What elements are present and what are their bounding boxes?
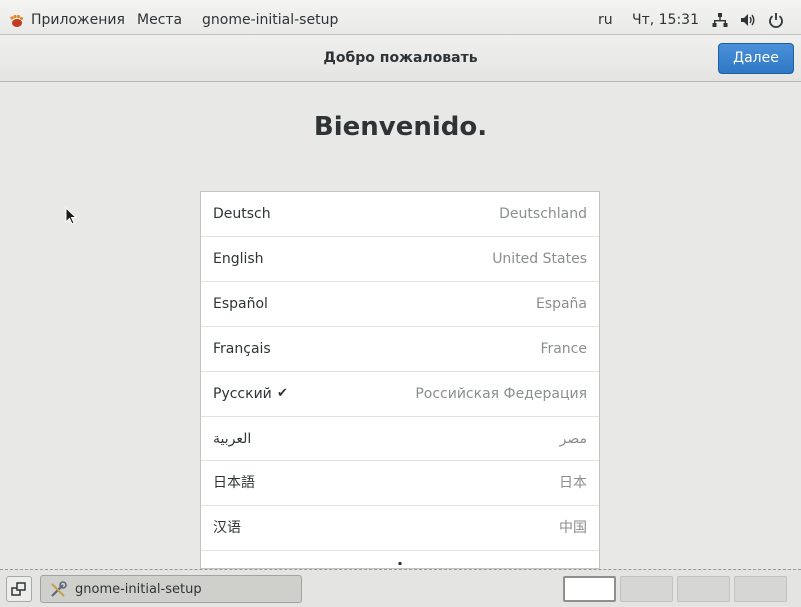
language-row-english[interactable]: English United States [201,237,599,282]
page-title: Добро пожаловать [323,50,478,66]
language-list: Deutsch Deutschland English United State… [200,191,600,569]
language-name: Русский [213,386,272,402]
applications-menu[interactable]: Приложения [31,0,125,35]
language-region: مصر [559,431,587,447]
language-region: España [535,296,587,312]
language-name: Français [213,341,271,357]
show-desktop-button[interactable] [6,576,32,602]
clock[interactable]: Чт, 15:31 [632,0,699,35]
volume-icon[interactable] [740,12,756,28]
next-button[interactable]: Далее [718,43,794,74]
language-row-russian[interactable]: Русский ✔ Российская Федерация [201,372,599,417]
selected-check-icon: ✔ [277,386,288,401]
taskbar-window-label: gnome-initial-setup [75,582,202,597]
language-row-francais[interactable]: Français France [201,327,599,372]
language-name: Español [213,296,268,312]
language-row-chinese[interactable]: 汉语 中国 [201,506,599,551]
places-menu[interactable]: Места [137,0,182,35]
language-region: Российская Федерация [415,386,587,402]
workspace-3[interactable] [677,576,730,602]
workspace-4[interactable] [734,576,787,602]
show-desktop-icon [11,582,26,596]
language-region: 日本 [559,475,587,491]
language-name: 汉语 [213,520,241,536]
more-languages-icon[interactable] [398,562,402,569]
tools-icon [51,581,67,597]
taskbar-window-button[interactable]: gnome-initial-setup [40,575,302,603]
bottom-panel: gnome-initial-setup [0,569,801,607]
app-menu[interactable]: gnome-initial-setup [202,0,338,35]
top-panel: Приложения Места gnome-initial-setup ru … [0,0,801,35]
language-row-deutsch[interactable]: Deutsch Deutschland [201,192,599,237]
workspace-1[interactable] [563,576,616,602]
header-bar: Добро пожаловать Далее [0,35,801,82]
welcome-heading: Bienvenido. [313,112,488,142]
language-region: 中国 [559,520,587,536]
language-region: France [540,341,587,357]
network-icon[interactable] [712,12,728,28]
language-name: English [213,251,264,267]
workspace-2[interactable] [620,576,673,602]
language-region: United States [492,251,587,267]
language-region: Deutschland [499,206,587,222]
language-row-japanese[interactable]: 日本語 日本 [201,461,599,506]
language-name: Deutsch [213,206,271,222]
keyboard-layout-indicator[interactable]: ru [598,0,613,35]
language-name: العربية [213,431,252,447]
mouse-pointer-icon [65,207,77,225]
language-name: 日本語 [213,475,255,491]
language-row-arabic[interactable]: العربية مصر [201,417,599,461]
power-icon[interactable] [768,12,784,28]
gnome-foot-icon [10,14,23,27]
language-row-espanol[interactable]: Español España [201,282,599,327]
